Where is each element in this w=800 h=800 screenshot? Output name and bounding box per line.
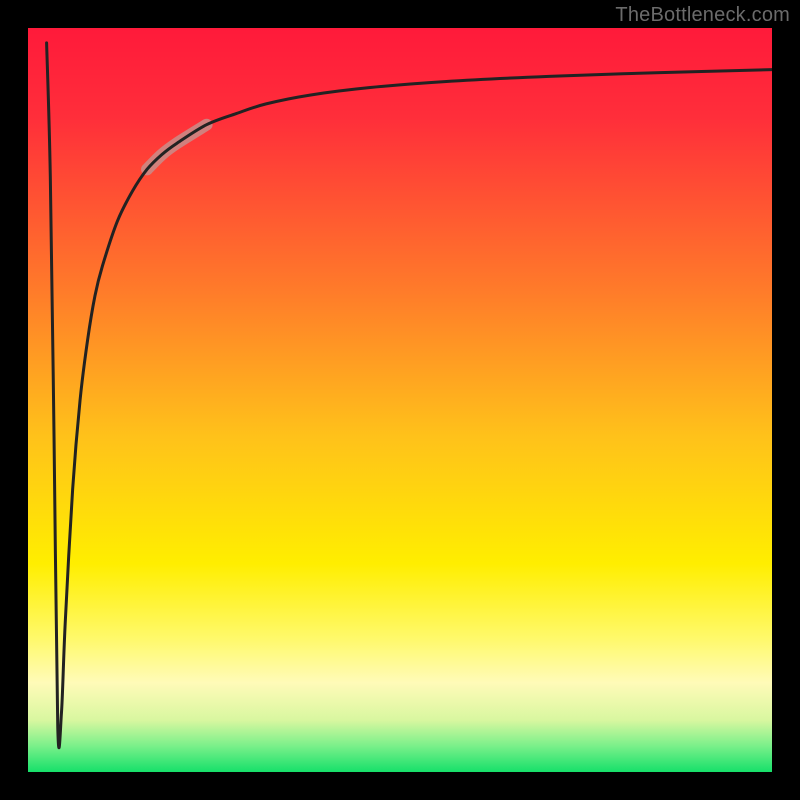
bottleneck-chart [28, 28, 772, 772]
watermark-text: TheBottleneck.com [615, 4, 790, 27]
gradient-background [28, 28, 772, 772]
chart-frame [28, 28, 772, 772]
